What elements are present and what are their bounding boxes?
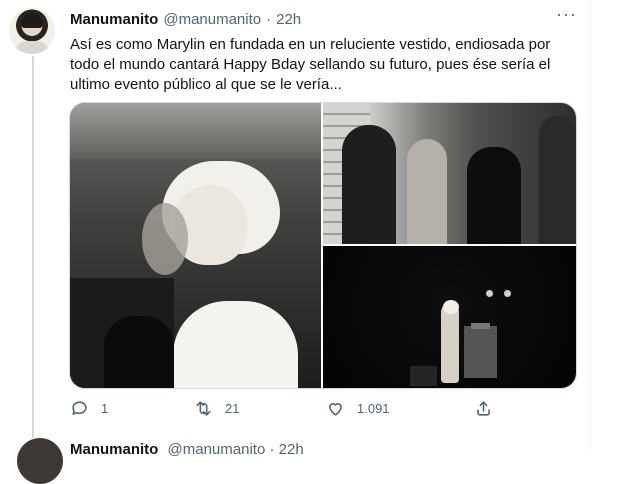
retweet-button[interactable]: 21 bbox=[194, 399, 239, 418]
photo-kennedy-room[interactable] bbox=[323, 103, 576, 244]
avatar-shirt bbox=[15, 41, 49, 54]
feed-divider bbox=[590, 0, 591, 451]
reply-icon bbox=[70, 399, 89, 418]
next-display-name[interactable]: Manumanito bbox=[70, 441, 158, 458]
reply-button[interactable]: 1 bbox=[70, 399, 108, 418]
next-tweet-avatar[interactable] bbox=[17, 438, 63, 484]
tweet-text: Así es como Marylin en fundada en un rel… bbox=[70, 35, 578, 95]
retweet-count: 21 bbox=[225, 401, 240, 416]
photo-marilyn-portrait[interactable] bbox=[70, 103, 321, 388]
next-user-handle[interactable]: @manumanito bbox=[168, 441, 266, 458]
next-tweet-timestamp[interactable]: 22h bbox=[279, 441, 304, 458]
display-name[interactable]: Manumanito bbox=[70, 11, 158, 28]
tweet-text-line: todo el mundo cantará Happy Bday selland… bbox=[70, 56, 551, 73]
tweet-text-line: Así es como Marylin en fundada en un rel… bbox=[70, 36, 551, 53]
thread-line bbox=[32, 56, 34, 438]
retweet-icon bbox=[194, 399, 213, 418]
heart-icon bbox=[326, 399, 345, 418]
tweet-header: Manumanito @manumanito · 22h bbox=[70, 9, 301, 29]
share-icon bbox=[474, 399, 493, 418]
photo-stage-performance[interactable] bbox=[323, 246, 576, 388]
tweet-timestamp[interactable]: 22h bbox=[276, 11, 301, 28]
header-separator: · bbox=[266, 10, 272, 28]
more-horizontal-icon: ··· bbox=[556, 4, 577, 24]
like-button[interactable]: 1.091 bbox=[326, 399, 390, 418]
next-tweet-header: Manumanito @manumanito · 22h bbox=[70, 441, 304, 458]
user-handle[interactable]: @manumanito bbox=[163, 11, 261, 28]
reply-count: 1 bbox=[101, 401, 109, 416]
more-options-button[interactable]: ··· bbox=[556, 5, 576, 29]
like-count: 1.091 bbox=[357, 401, 390, 416]
avatar[interactable] bbox=[9, 8, 55, 54]
tweet-media-grid bbox=[69, 102, 577, 389]
share-button[interactable] bbox=[474, 399, 505, 418]
next-header-separator: · bbox=[269, 441, 275, 458]
tweet-text-line: ultimo evento público al que se le vería… bbox=[70, 76, 342, 93]
avatar-hair bbox=[21, 14, 43, 28]
